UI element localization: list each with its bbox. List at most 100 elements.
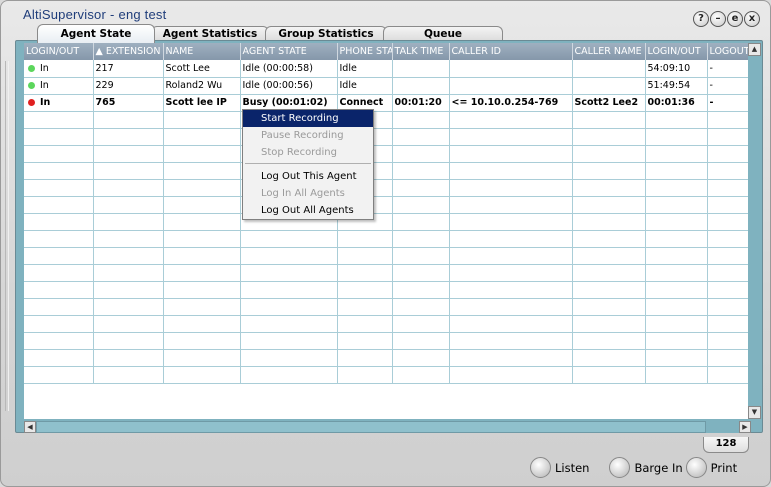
empty-cell <box>24 196 94 214</box>
empty-cell <box>449 247 573 265</box>
empty-cell <box>240 332 338 350</box>
table-row-empty <box>24 315 751 333</box>
cell-status: In <box>24 60 94 78</box>
empty-cell <box>707 230 751 248</box>
empty-cell <box>449 315 573 333</box>
empty-cell <box>645 247 708 265</box>
horizontal-scrollbar[interactable]: ◀ ▶ <box>24 421 751 433</box>
empty-cell <box>449 162 573 180</box>
menu-log-out-this-agent[interactable]: Log Out This Agent <box>243 168 373 185</box>
table-row-empty <box>24 145 751 163</box>
vertical-scrollbar[interactable]: ▲ ▼ <box>748 43 761 419</box>
empty-cell <box>572 111 646 129</box>
table-row-empty <box>24 332 751 350</box>
minimize-icon[interactable]: – <box>710 11 726 27</box>
table-row-empty <box>24 162 751 180</box>
empty-cell <box>24 111 94 129</box>
agent-table-body: In 217 Scott Lee Idle (00:00:58) Idle 54:09:1… <box>24 60 751 384</box>
col-name[interactable]: NAME <box>163 43 241 60</box>
col-talk-time[interactable]: TALK TIME <box>392 43 450 60</box>
empty-cell <box>337 366 393 384</box>
cell-caller-id <box>449 60 573 78</box>
agent-table: LOGIN/OUT ▲ EXTENSION NAME AGENT STATE P… <box>24 43 751 384</box>
close-icon[interactable]: x <box>744 11 760 27</box>
empty-cell <box>24 315 94 333</box>
empty-cell <box>337 315 393 333</box>
menu-log-out-all-agents[interactable]: Log Out All Agents <box>243 202 373 219</box>
col-phone-state[interactable]: PHONE STAT <box>337 43 393 60</box>
restore-icon[interactable]: e <box>727 11 743 27</box>
barge-in-button[interactable]: Barge In <box>609 457 683 478</box>
empty-cell <box>392 247 450 265</box>
empty-cell <box>93 315 164 333</box>
empty-cell <box>163 332 241 350</box>
horizontal-scroll-thumb[interactable] <box>36 421 706 433</box>
scroll-up-icon[interactable]: ▲ <box>748 43 761 56</box>
cell-name: Scott Lee <box>163 60 241 78</box>
cell-caller-name <box>572 77 646 95</box>
empty-cell <box>337 281 393 299</box>
col-login-out[interactable]: LOGIN/OUT <box>24 43 94 60</box>
empty-cell <box>93 366 164 384</box>
col-caller-name[interactable]: CALLER NAME <box>572 43 646 60</box>
table-row-empty <box>24 230 751 248</box>
listen-button[interactable]: Listen <box>530 457 589 478</box>
empty-cell <box>572 196 646 214</box>
menu-stop-recording[interactable]: Stop Recording <box>243 144 373 161</box>
window-controls: ? – e x <box>693 11 760 27</box>
empty-cell <box>24 145 94 163</box>
empty-cell <box>93 230 164 248</box>
cell-phone-state: Idle <box>337 77 393 95</box>
col-logout[interactable]: LOGOUT <box>707 43 751 60</box>
cell-login-time: 00:01:36 <box>645 94 708 112</box>
scroll-left-icon[interactable]: ◀ <box>24 421 36 433</box>
cell-caller-name: Scott2 Lee2 <box>572 94 646 112</box>
table-row[interactable]: In 765 Scott lee IP Busy (00:01:02) Connect 0… <box>24 94 751 112</box>
menu-start-recording[interactable]: Start Recording <box>243 110 373 127</box>
empty-cell <box>240 366 338 384</box>
table-row[interactable]: In 217 Scott Lee Idle (00:00:58) Idle 54:09:1… <box>24 60 751 78</box>
empty-cell <box>392 315 450 333</box>
empty-cell <box>163 111 241 129</box>
tab-agent-state[interactable]: Agent State <box>37 24 155 43</box>
col-extension[interactable]: ▲ EXTENSION <box>93 43 164 60</box>
help-icon[interactable]: ? <box>693 11 709 27</box>
table-row-empty <box>24 247 751 265</box>
empty-cell <box>24 213 94 231</box>
cell-agent-state: Idle (00:00:56) <box>240 77 338 95</box>
empty-cell <box>449 111 573 129</box>
empty-cell <box>572 247 646 265</box>
empty-cell <box>572 230 646 248</box>
empty-cell <box>645 264 708 282</box>
status-dot-icon <box>28 82 35 89</box>
empty-cell <box>392 230 450 248</box>
empty-cell <box>163 179 241 197</box>
empty-cell <box>707 366 751 384</box>
empty-cell <box>707 213 751 231</box>
status-label: In <box>40 62 49 74</box>
col-login-time[interactable]: LOGIN/OUT <box>645 43 708 60</box>
scroll-down-icon[interactable]: ▼ <box>748 406 761 419</box>
cell-logout: - <box>707 60 751 78</box>
empty-cell <box>707 332 751 350</box>
empty-cell <box>163 230 241 248</box>
empty-cell <box>645 111 708 129</box>
empty-cell <box>163 213 241 231</box>
empty-cell <box>163 298 241 316</box>
cell-talk-time <box>392 60 450 78</box>
scroll-right-icon[interactable]: ▶ <box>739 421 751 433</box>
menu-log-in-all-agents[interactable]: Log In All Agents <box>243 185 373 202</box>
menu-pause-recording[interactable]: Pause Recording <box>243 127 373 144</box>
empty-cell <box>93 247 164 265</box>
print-button[interactable]: Print <box>685 457 737 478</box>
cell-caller-name <box>572 60 646 78</box>
table-row[interactable]: In 229 Roland2 Wu Idle (00:00:56) Idle 51:49:… <box>24 77 751 95</box>
empty-cell <box>93 332 164 350</box>
table-row-empty <box>24 128 751 146</box>
empty-cell <box>24 298 94 316</box>
agent-grid: LOGIN/OUT ▲ EXTENSION NAME AGENT STATE P… <box>24 43 751 419</box>
col-agent-state[interactable]: AGENT STATE <box>240 43 338 60</box>
empty-cell <box>449 298 573 316</box>
col-caller-id[interactable]: CALLER ID <box>449 43 573 60</box>
empty-cell <box>392 179 450 197</box>
